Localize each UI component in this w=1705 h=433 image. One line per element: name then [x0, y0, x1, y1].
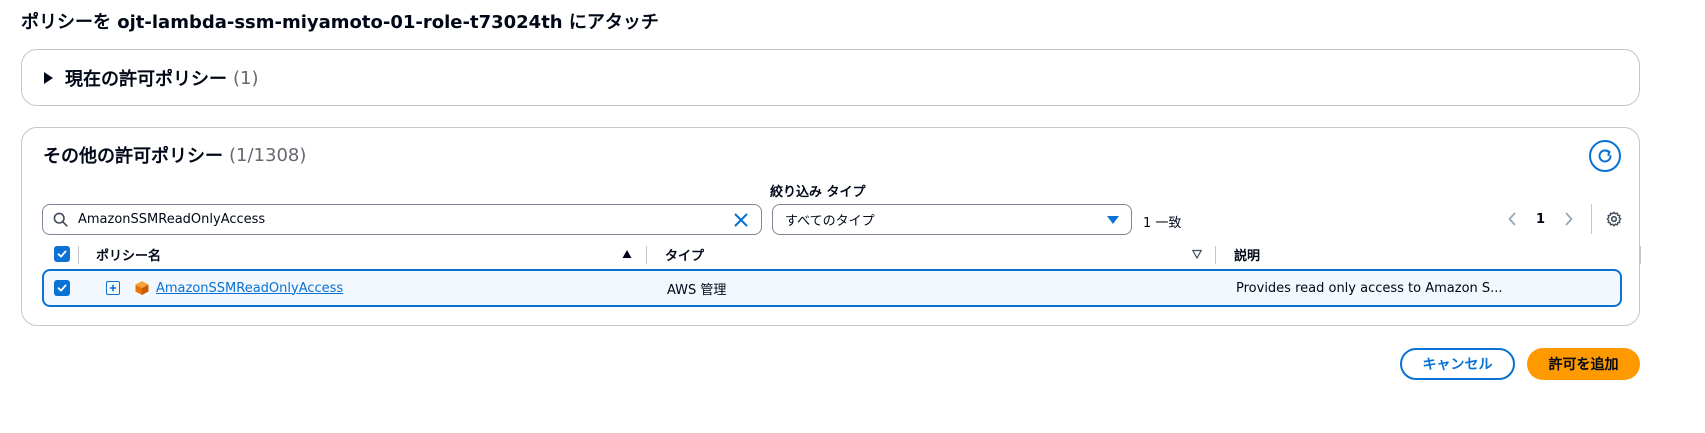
pager-divider [1591, 204, 1593, 234]
table-header: ポリシー名 タイプ 説明 [42, 240, 1641, 268]
column-header-description[interactable]: 説明 [1234, 240, 1260, 268]
add-permissions-button[interactable]: 許可を追加 [1527, 348, 1640, 380]
search-input[interactable] [78, 212, 731, 227]
gear-icon [1606, 211, 1622, 227]
pagination: 1 [1500, 202, 1626, 236]
other-policies-title: その他の許可ポリシー (1/1308) [43, 142, 306, 168]
table-preferences-button[interactable] [1602, 207, 1626, 231]
column-header-description-label: 説明 [1234, 248, 1261, 264]
expand-row-cell [106, 271, 120, 305]
column-divider [78, 246, 79, 264]
select-all-checkbox[interactable] [54, 246, 70, 262]
current-policies-heading: 現在の許可ポリシー [65, 69, 227, 90]
chevron-right-icon [1565, 212, 1573, 226]
refresh-icon [1598, 149, 1612, 163]
previous-page-button[interactable] [1500, 207, 1524, 231]
filter-type-select[interactable]: すべてのタイプ [772, 204, 1132, 235]
policy-name-link[interactable]: AmazonSSMReadOnlyAccess [156, 281, 343, 296]
cancel-button[interactable]: キャンセル [1400, 348, 1515, 380]
other-policies-panel: その他の許可ポリシー (1/1308) 絞り込み タイプ すべてのタイプ 1 一… [21, 127, 1641, 326]
search-field[interactable] [42, 204, 762, 235]
policy-type-value: AWS 管理 [667, 282, 727, 298]
policy-type-cell: AWS 管理 [667, 271, 726, 305]
checkmark-icon [57, 284, 67, 292]
plus-square-icon[interactable] [106, 281, 120, 295]
current-policies-panel: 現在の許可ポリシー (1) [21, 49, 1640, 106]
column-header-policy-name-label: ポリシー名 [96, 248, 162, 264]
column-header-type[interactable]: タイプ [665, 240, 704, 268]
clear-search-button[interactable] [731, 210, 751, 230]
other-policies-heading: その他の許可ポリシー [43, 146, 223, 167]
column-header-type-label: タイプ [665, 248, 705, 264]
aws-cube-icon [134, 271, 150, 305]
search-icon [53, 212, 68, 227]
column-divider [1215, 246, 1216, 264]
column-divider [646, 246, 647, 264]
column-divider [1640, 246, 1641, 264]
page-title: ポリシーを ojt-lambda-ssm-miyamoto-01-role-t7… [21, 12, 659, 33]
policy-description-value: Provides read only access to Amazon S... [1236, 280, 1503, 296]
current-policies-count: (1) [233, 67, 259, 89]
chevron-left-icon [1508, 212, 1516, 226]
caret-down-icon [1107, 215, 1119, 224]
sort-descending-icon[interactable] [1192, 240, 1202, 268]
filter-type-label: 絞り込み タイプ [770, 185, 866, 200]
other-policies-count: (1/1308) [229, 144, 307, 166]
next-page-button[interactable] [1557, 207, 1581, 231]
select-all-cell [54, 240, 70, 268]
checkmark-icon [57, 250, 67, 258]
refresh-button[interactable] [1589, 140, 1621, 172]
filter-type-selected-value: すべてのタイプ [785, 214, 875, 229]
policy-description-cell: Provides read only access to Amazon S... [1236, 271, 1503, 305]
sort-ascending-icon[interactable] [622, 240, 632, 268]
column-header-policy-name[interactable]: ポリシー名 [96, 240, 161, 268]
match-count: 1 一致 [1143, 216, 1182, 231]
close-icon [734, 213, 748, 226]
current-policies-expander[interactable]: 現在の許可ポリシー (1) [44, 65, 259, 91]
policy-name-cell: AmazonSSMReadOnlyAccess [156, 271, 343, 305]
current-page-number[interactable]: 1 [1536, 212, 1545, 227]
caret-right-icon [44, 72, 53, 84]
table-row[interactable]: AmazonSSMReadOnlyAccess AWS 管理 Provides … [42, 269, 1622, 307]
row-select-cell [54, 271, 70, 305]
row-checkbox[interactable] [54, 280, 70, 296]
